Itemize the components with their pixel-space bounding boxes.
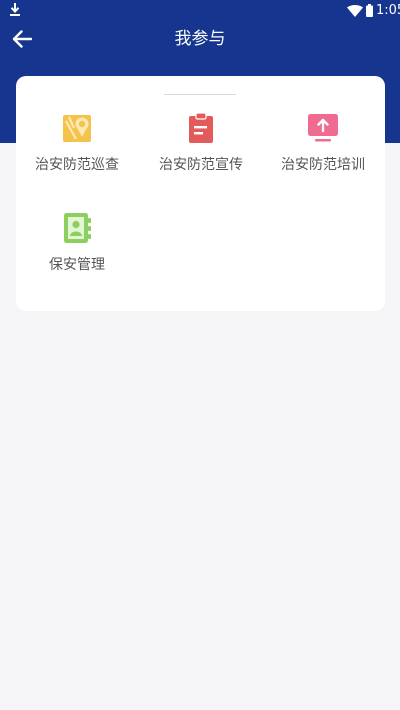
menu-item-training[interactable]: 治安防范培训: [262, 113, 382, 193]
page-title: 我参与: [174, 29, 226, 49]
status-bar: 1:05: [0, 0, 400, 22]
menu-item-label: 治安防范宣传: [159, 157, 243, 173]
battery-icon: [366, 4, 373, 17]
menu-item-label: 保安管理: [49, 257, 105, 273]
download-icon: [10, 3, 20, 16]
clipboard-icon: [189, 113, 213, 143]
map-pin-icon: [63, 115, 91, 142]
wifi-icon: [347, 5, 363, 17]
menu-item-label: 治安防范培训: [281, 157, 365, 173]
menu-item-publicity[interactable]: 治安防范宣传: [140, 113, 260, 193]
card-divider: [164, 94, 236, 95]
menu-card: 治安防范巡查 治安防范宣传 治安防范培训 保安管理: [16, 76, 385, 311]
monitor-upload-icon: [308, 114, 338, 142]
menu-item-patrol[interactable]: 治安防范巡查: [16, 113, 136, 193]
contact-book-icon: [64, 213, 91, 243]
status-time: 1:05: [376, 3, 400, 18]
menu-item-guard-management[interactable]: 保安管理: [16, 213, 136, 293]
menu-item-label: 治安防范巡查: [35, 157, 119, 173]
